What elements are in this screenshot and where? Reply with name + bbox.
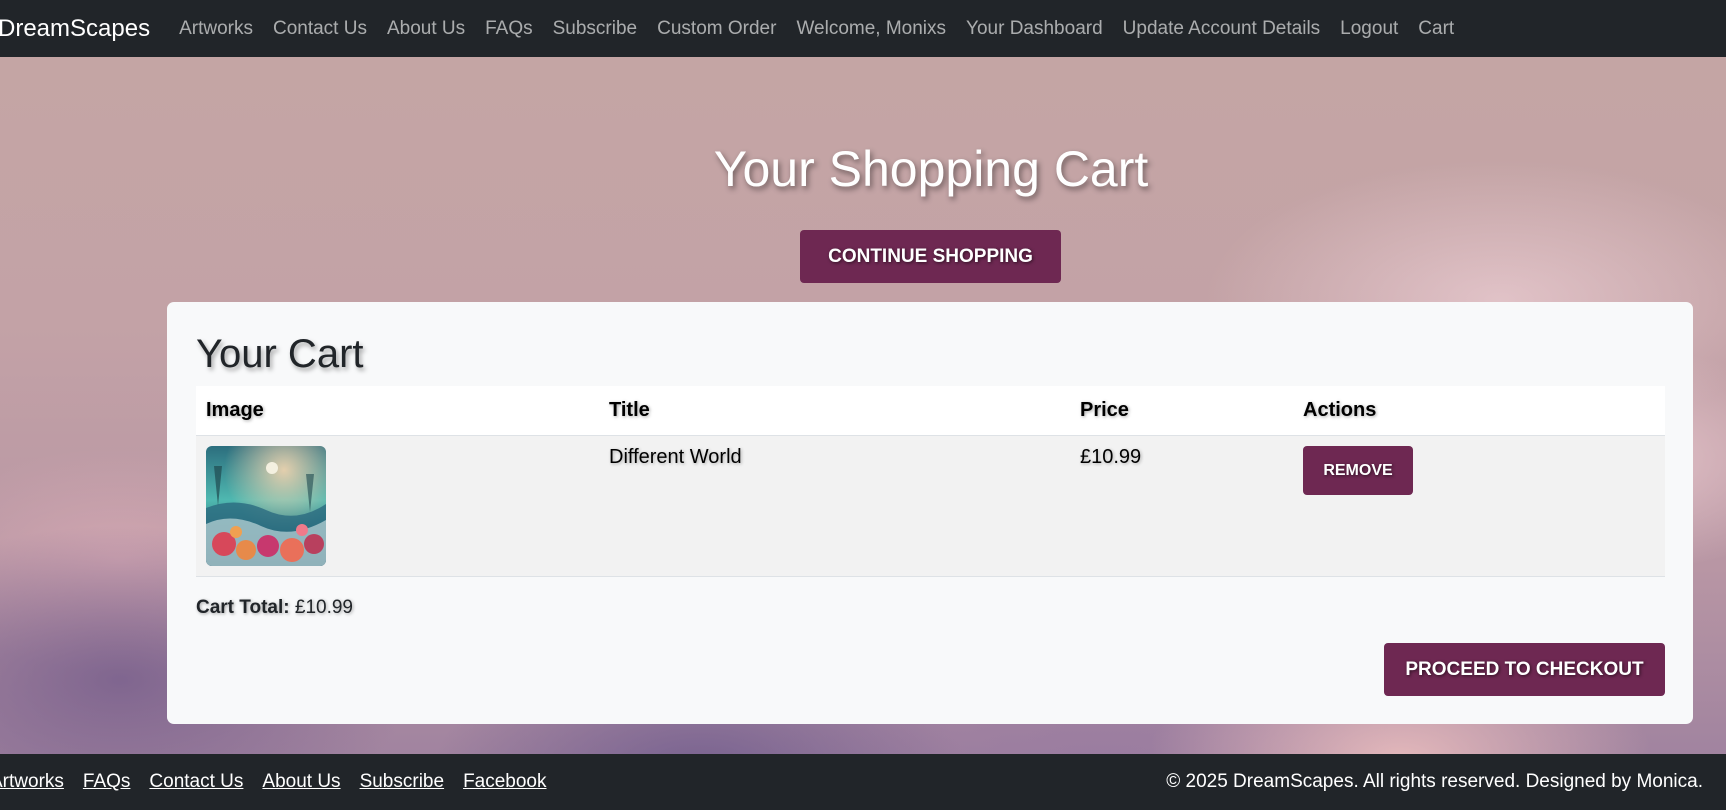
nav-link-logout[interactable]: Logout <box>1340 18 1398 40</box>
column-header-price: Price <box>1070 386 1293 436</box>
footer-link-artworks[interactable]: Artworks <box>0 771 64 793</box>
cart-heading: Your Cart <box>196 332 364 376</box>
nav-link-faqs[interactable]: FAQs <box>485 18 533 40</box>
nav-link-update-account[interactable]: Update Account Details <box>1123 18 1321 40</box>
footer-links: Artworks FAQs Contact Us About Us Subscr… <box>0 754 566 810</box>
brand-logo-link[interactable]: DreamScapes <box>0 15 150 43</box>
cell-title: Different World <box>599 435 1070 577</box>
nav-link-custom-order[interactable]: Custom Order <box>657 18 776 40</box>
cart-table: Image Title Price Actions Different Worl… <box>196 386 1665 577</box>
cell-actions: REMOVE <box>1293 435 1665 577</box>
nav-link-welcome-user[interactable]: Welcome, Monixs <box>796 18 946 40</box>
cell-price: £10.99 <box>1070 435 1293 577</box>
cart-total: Cart Total: £10.99 <box>196 597 353 619</box>
column-header-title: Title <box>599 386 1070 436</box>
continue-shopping-button[interactable]: CONTINUE SHOPPING <box>800 230 1061 283</box>
nav-link-contact-us[interactable]: Contact Us <box>273 18 367 40</box>
column-header-image: Image <box>196 386 599 436</box>
column-header-actions: Actions <box>1293 386 1665 436</box>
nav-link-artworks[interactable]: Artworks <box>179 18 253 40</box>
proceed-to-checkout-button[interactable]: PROCEED TO CHECKOUT <box>1384 643 1665 696</box>
footer-link-subscribe[interactable]: Subscribe <box>360 771 445 793</box>
remove-item-button[interactable]: REMOVE <box>1303 445 1413 495</box>
footer-link-facebook[interactable]: Facebook <box>463 771 546 793</box>
table-row: Different World £10.99 REMOVE <box>196 435 1665 577</box>
page-title: Your Shopping Cart <box>713 141 1149 197</box>
copyright-text: © 2025 DreamScapes. All rights reserved.… <box>1166 771 1703 792</box>
cart-total-value: £10.99 <box>289 597 353 618</box>
cart-table-header-row: Image Title Price Actions <box>196 386 1665 436</box>
footer-link-about-us[interactable]: About Us <box>262 771 340 793</box>
top-navbar: DreamScapes Artworks Contact Us About Us… <box>0 0 1726 57</box>
artwork-thumbnail-graphic <box>206 445 326 566</box>
nav-link-subscribe[interactable]: Subscribe <box>553 18 638 40</box>
nav-link-cart[interactable]: Cart <box>1418 18 1454 40</box>
nav-link-dashboard[interactable]: Your Dashboard <box>966 18 1103 40</box>
footer: Artworks FAQs Contact Us About Us Subscr… <box>0 754 1726 810</box>
cell-image <box>196 435 599 577</box>
cart-total-label: Cart Total: <box>196 597 290 618</box>
artwork-thumbnail[interactable] <box>206 445 326 566</box>
nav-link-about-us[interactable]: About Us <box>387 18 465 40</box>
cart-card: Your Cart Image Title Price Actions Diff… <box>167 302 1693 724</box>
footer-link-contact-us[interactable]: Contact Us <box>149 771 243 793</box>
footer-link-faqs[interactable]: FAQs <box>83 771 131 793</box>
